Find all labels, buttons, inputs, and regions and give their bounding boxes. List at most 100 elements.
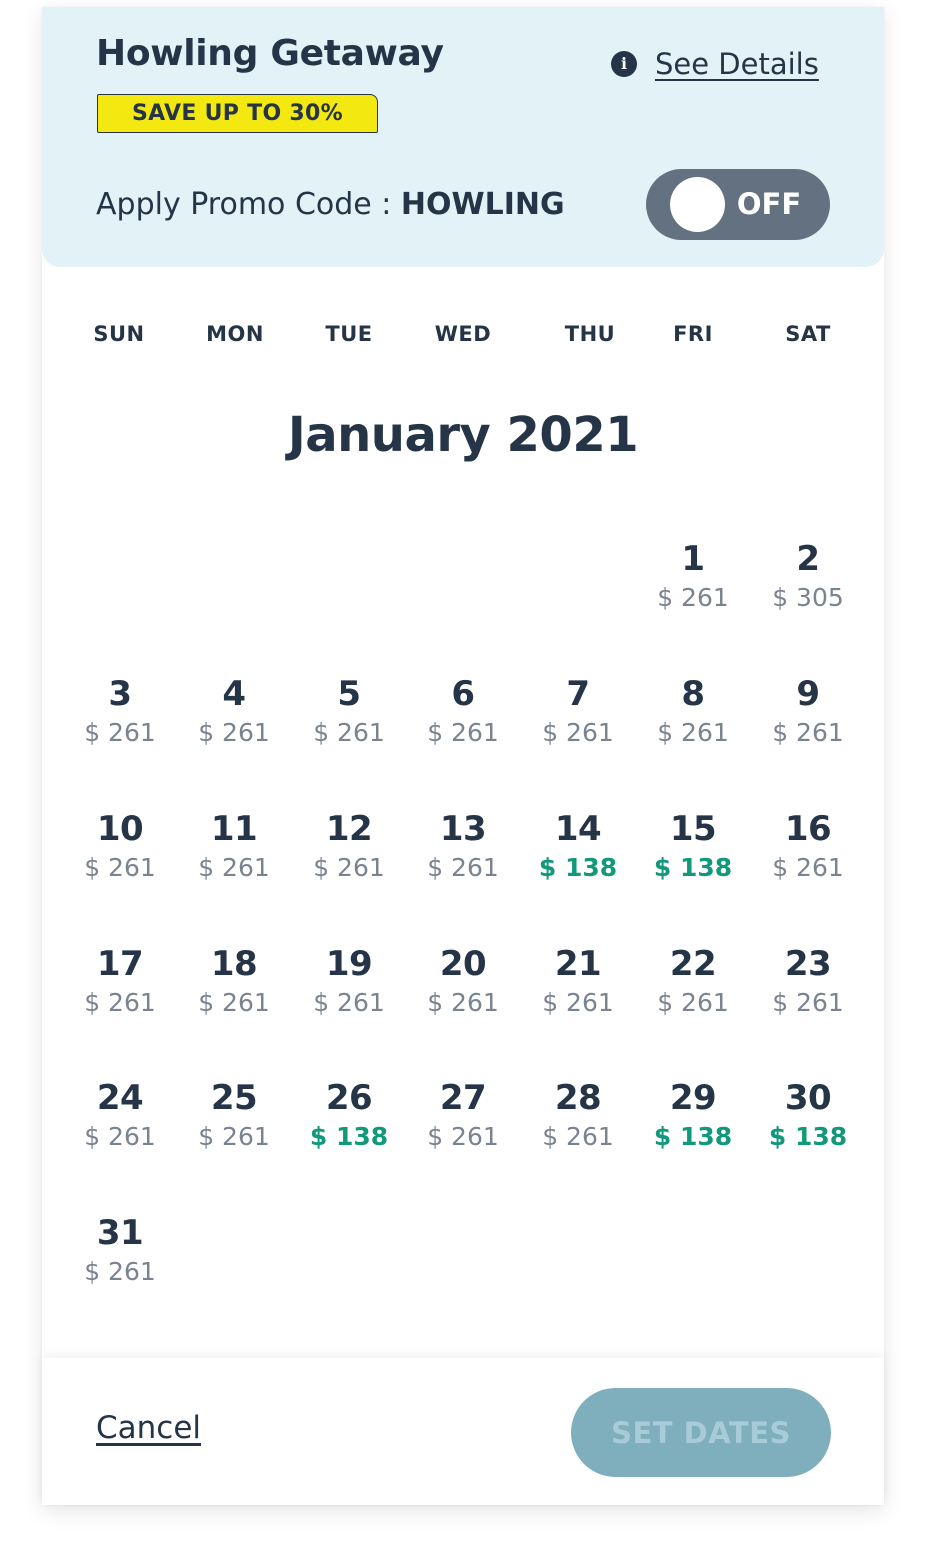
month-title: January 2021 — [287, 407, 639, 463]
toggle-knob — [670, 177, 725, 232]
day-cell[interactable]: 21 $ 261 — [523, 944, 633, 1044]
day-price-deal: $ 138 — [309, 1122, 389, 1151]
day-number: 25 — [210, 1078, 258, 1118]
day-number: 3 — [108, 674, 132, 714]
day-price: $ 261 — [427, 1122, 499, 1151]
day-number: 1 — [681, 539, 705, 579]
day-cell[interactable]: 29 $ 138 — [638, 1078, 748, 1178]
day-number: 30 — [784, 1078, 832, 1118]
day-cell[interactable]: 22 $ 261 — [638, 944, 748, 1044]
promo-code-label: Apply Promo Code : — [96, 187, 401, 222]
day-cell[interactable]: 1 $ 261 — [638, 539, 748, 639]
day-price: $ 261 — [198, 988, 270, 1017]
day-cell[interactable]: 6 $ 261 — [408, 674, 518, 774]
cancel-button[interactable]: Cancel — [96, 1410, 201, 1446]
day-number: 14 — [554, 809, 602, 849]
day-number: 4 — [222, 674, 246, 714]
see-details[interactable]: i See Details — [611, 42, 819, 86]
day-price: $ 261 — [427, 718, 499, 747]
day-number: 13 — [439, 809, 487, 849]
save-badge: SAVE UP TO 30% — [97, 94, 378, 133]
day-cell[interactable]: 31 $ 261 — [65, 1213, 175, 1313]
day-cell[interactable]: 28 $ 261 — [523, 1078, 633, 1178]
footer-bar: Cancel SET DATES — [42, 1358, 884, 1505]
day-cell[interactable]: 7 $ 261 — [523, 674, 633, 774]
day-cell[interactable]: 9 $ 261 — [753, 674, 863, 774]
day-number: 12 — [325, 809, 373, 849]
day-number: 28 — [554, 1078, 602, 1118]
day-cell[interactable]: 17 $ 261 — [65, 944, 175, 1044]
day-cell[interactable]: 18 $ 261 — [179, 944, 289, 1044]
weekday-wed: WED — [434, 322, 492, 346]
day-price: $ 261 — [427, 988, 499, 1017]
date-picker-card: Howling Getaway SAVE UP TO 30% i See Det… — [42, 7, 884, 1505]
info-icon: i — [611, 51, 637, 77]
day-cell[interactable]: 2 $ 305 — [753, 539, 863, 639]
day-number: 26 — [325, 1078, 373, 1118]
day-price: $ 261 — [772, 853, 844, 882]
day-cell[interactable]: 12 $ 261 — [294, 809, 404, 909]
day-number: 29 — [669, 1078, 717, 1118]
day-cell[interactable]: 30 $ 138 — [753, 1078, 863, 1178]
day-price: $ 261 — [84, 988, 156, 1017]
day-price: $ 261 — [313, 988, 385, 1017]
day-price: $ 261 — [542, 988, 614, 1017]
day-number: 7 — [566, 674, 590, 714]
day-number: 27 — [439, 1078, 487, 1118]
day-cell[interactable]: 10 $ 261 — [65, 809, 175, 909]
day-number: 11 — [210, 809, 258, 849]
day-price: $ 261 — [657, 988, 729, 1017]
day-number: 17 — [96, 944, 144, 984]
day-price: $ 261 — [772, 718, 844, 747]
promo-code-value: HOWLING — [400, 187, 565, 222]
day-price: $ 261 — [313, 853, 385, 882]
day-cell[interactable]: 13 $ 261 — [408, 809, 518, 909]
day-number: 2 — [796, 539, 820, 579]
day-price: $ 261 — [198, 718, 270, 747]
day-cell[interactable]: 8 $ 261 — [638, 674, 748, 774]
day-cell[interactable]: 20 $ 261 — [408, 944, 518, 1044]
day-cell[interactable]: 23 $ 261 — [753, 944, 863, 1044]
day-price-deal: $ 138 — [653, 1122, 733, 1151]
weekday-sat: SAT — [785, 322, 831, 346]
day-number: 9 — [796, 674, 820, 714]
day-cell[interactable]: 27 $ 261 — [408, 1078, 518, 1178]
day-number: 6 — [451, 674, 475, 714]
day-number: 23 — [784, 944, 832, 984]
day-number: 24 — [96, 1078, 144, 1118]
day-cell[interactable]: 15 $ 138 — [638, 809, 748, 909]
see-details-link[interactable]: See Details — [655, 47, 819, 81]
day-price: $ 261 — [313, 718, 385, 747]
day-cell[interactable]: 3 $ 261 — [65, 674, 175, 774]
day-price: $ 305 — [772, 583, 844, 612]
day-price-deal: $ 138 — [768, 1122, 848, 1151]
day-price: $ 261 — [84, 1122, 156, 1151]
promo-banner: Howling Getaway SAVE UP TO 30% i See Det… — [42, 7, 884, 267]
promo-toggle[interactable]: OFF — [646, 169, 830, 240]
day-cell[interactable]: 4 $ 261 — [179, 674, 289, 774]
day-cell[interactable]: 25 $ 261 — [179, 1078, 289, 1178]
day-number: 20 — [439, 944, 487, 984]
set-dates-button[interactable]: SET DATES — [571, 1388, 831, 1477]
day-cell[interactable]: 26 $ 138 — [294, 1078, 404, 1178]
day-price: $ 261 — [198, 853, 270, 882]
weekday-fri: FRI — [673, 322, 713, 346]
day-number: 10 — [96, 809, 144, 849]
day-price: $ 261 — [542, 1122, 614, 1151]
day-price-deal: $ 138 — [538, 853, 618, 882]
day-number: 16 — [784, 809, 832, 849]
day-price: $ 261 — [198, 1122, 270, 1151]
day-cell[interactable]: 5 $ 261 — [294, 674, 404, 774]
day-number: 21 — [554, 944, 602, 984]
day-cell[interactable]: 16 $ 261 — [753, 809, 863, 909]
day-price: $ 261 — [657, 583, 729, 612]
day-number: 19 — [325, 944, 373, 984]
day-cell[interactable]: 14 $ 138 — [523, 809, 633, 909]
day-number: 22 — [669, 944, 717, 984]
day-cell[interactable]: 24 $ 261 — [65, 1078, 175, 1178]
promo-code-row: Apply Promo Code : HOWLING — [96, 187, 565, 222]
day-cell[interactable]: 11 $ 261 — [179, 809, 289, 909]
day-price: $ 261 — [542, 718, 614, 747]
day-price: $ 261 — [84, 1257, 156, 1286]
day-cell[interactable]: 19 $ 261 — [294, 944, 404, 1044]
